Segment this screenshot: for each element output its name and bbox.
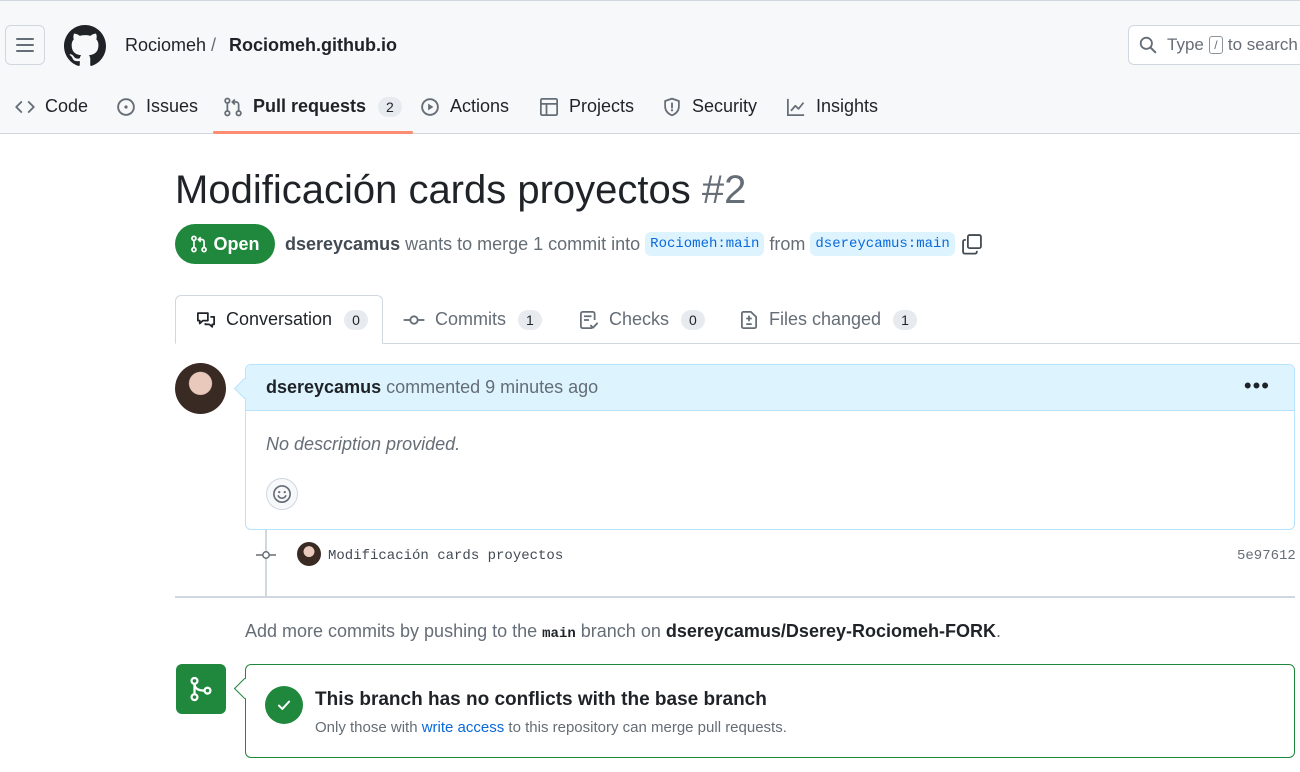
breadcrumb-repo[interactable]: Rociomeh.github.io xyxy=(229,35,397,56)
table-icon xyxy=(540,97,558,116)
tab-issues-label: Issues xyxy=(146,96,199,116)
pr-author-link[interactable]: dsereycamus xyxy=(285,234,400,255)
tab-security[interactable]: Security xyxy=(662,80,757,133)
avatar[interactable] xyxy=(175,363,226,414)
tab-commits[interactable]: Commits 1 xyxy=(403,295,542,344)
push-hint: Add more commits by pushing to the main … xyxy=(245,621,1001,642)
merge-status-box: This branch has no conflicts with the ba… xyxy=(245,664,1295,758)
search-icon xyxy=(1139,36,1157,54)
git-commit-icon xyxy=(256,551,276,559)
tab-insights[interactable]: Insights xyxy=(786,80,878,133)
check-circle-icon xyxy=(265,686,303,724)
file-diff-icon xyxy=(741,310,757,329)
head-branch[interactable]: dsereycamus:main xyxy=(810,232,955,256)
search-placeholder-prefix: Type xyxy=(1167,35,1204,54)
pr-from-text: from xyxy=(769,233,806,254)
comment-action: commented xyxy=(386,377,481,397)
pull-request-icon xyxy=(224,97,242,116)
commits-counter: 1 xyxy=(518,309,542,330)
tab-issues[interactable]: Issues xyxy=(116,80,198,133)
merge-sub-suffix: to this repository can merge pull reques… xyxy=(508,719,787,736)
tab-actions[interactable]: Actions xyxy=(420,80,509,133)
tab-projects-label: Projects xyxy=(569,96,635,116)
breadcrumb-owner[interactable]: Rociomeh xyxy=(125,35,206,56)
add-reaction-button[interactable] xyxy=(266,478,298,510)
files-changed-counter: 1 xyxy=(893,309,917,330)
breadcrumb-separator: / xyxy=(211,35,217,55)
git-merge-icon xyxy=(190,676,212,702)
tab-code[interactable]: Code xyxy=(15,80,88,133)
git-commit-icon xyxy=(403,314,425,325)
hint-middle: branch on xyxy=(580,621,661,641)
merge-status-icon-box xyxy=(176,664,226,714)
smiley-icon xyxy=(273,485,291,503)
comment-author-link[interactable]: dsereycamus xyxy=(266,377,381,398)
comment-discussion-icon xyxy=(197,311,215,328)
hint-branch: main xyxy=(542,626,576,642)
hamburger-icon xyxy=(16,38,34,52)
write-access-link[interactable]: write access xyxy=(422,719,505,736)
search-shortcut-key: / xyxy=(1208,36,1223,54)
tab-pull-requests-label: Pull requests xyxy=(253,96,367,116)
hint-suffix: . xyxy=(995,621,1001,641)
menu-button[interactable] xyxy=(5,25,45,65)
pr-title-text: Modificación cards proyectos xyxy=(175,168,691,212)
conversation-counter: 0 xyxy=(344,309,368,330)
copy-icon[interactable] xyxy=(961,233,983,255)
status-badge-label: Open xyxy=(213,233,260,254)
play-icon xyxy=(421,97,439,116)
timeline-divider xyxy=(175,596,1295,598)
hint-repo-link[interactable]: dsereycamus/Dserey-Rociomeh-FORK xyxy=(666,621,996,641)
graph-icon xyxy=(787,98,805,116)
tab-files-changed-label: Files changed xyxy=(769,309,882,329)
search-input[interactable]: Type / to search xyxy=(1128,25,1300,65)
tab-conversation[interactable]: Conversation 0 xyxy=(175,295,383,344)
issue-icon xyxy=(117,97,135,116)
pull-request-icon xyxy=(191,235,208,253)
base-branch[interactable]: Rociomeh:main xyxy=(645,232,765,256)
tab-conversation-label: Conversation xyxy=(226,309,333,329)
code-icon xyxy=(15,100,35,113)
checklist-icon xyxy=(580,310,599,329)
tab-checks[interactable]: Checks 0 xyxy=(579,295,705,344)
commit-message[interactable]: Modificación cards proyectos xyxy=(328,548,563,564)
merge-status-title: This branch has no conflicts with the ba… xyxy=(315,689,767,710)
checks-counter: 0 xyxy=(681,309,705,330)
comment-box: dsereycamus commented 9 minutes ago ••• … xyxy=(245,364,1295,530)
commit-sha[interactable]: 5e97612 xyxy=(1237,548,1296,564)
pull-requests-counter: 2 xyxy=(378,96,402,117)
hint-prefix: Add more commits by pushing to the xyxy=(245,621,538,641)
tab-files-changed[interactable]: Files changed 1 xyxy=(739,295,917,344)
shield-icon xyxy=(664,97,680,116)
tab-pull-requests[interactable]: Pull requests 2 xyxy=(213,80,413,134)
merge-sub-prefix: Only those with xyxy=(315,719,418,736)
comment-timestamp[interactable]: 9 minutes ago xyxy=(485,377,598,398)
tab-commits-label: Commits xyxy=(435,309,506,329)
search-placeholder-suffix: to search xyxy=(1227,35,1298,54)
comment-header: dsereycamus commented 9 minutes ago ••• xyxy=(246,365,1294,411)
tab-insights-label: Insights xyxy=(816,96,879,116)
tab-projects[interactable]: Projects xyxy=(539,80,634,133)
tab-code-label: Code xyxy=(45,96,89,116)
tab-checks-label: Checks xyxy=(609,309,670,329)
merge-status-subtitle: Only those with write access to this rep… xyxy=(315,719,787,736)
status-badge: Open xyxy=(175,224,275,264)
pr-meta: dsereycamus wants to merge 1 commit into… xyxy=(285,232,983,256)
github-logo-icon[interactable] xyxy=(64,25,106,67)
commit-avatar[interactable] xyxy=(297,542,321,566)
pr-number: #2 xyxy=(701,168,747,212)
comment-body: No description provided. xyxy=(266,434,461,454)
page-title: Modificación cards proyectos #2 xyxy=(175,168,746,213)
pr-merge-text: wants to merge 1 commit into xyxy=(405,233,641,254)
tab-security-label: Security xyxy=(692,96,758,116)
kebab-horizontal-icon[interactable]: ••• xyxy=(1244,373,1270,399)
tab-actions-label: Actions xyxy=(450,96,510,116)
timeline-line xyxy=(265,530,267,596)
